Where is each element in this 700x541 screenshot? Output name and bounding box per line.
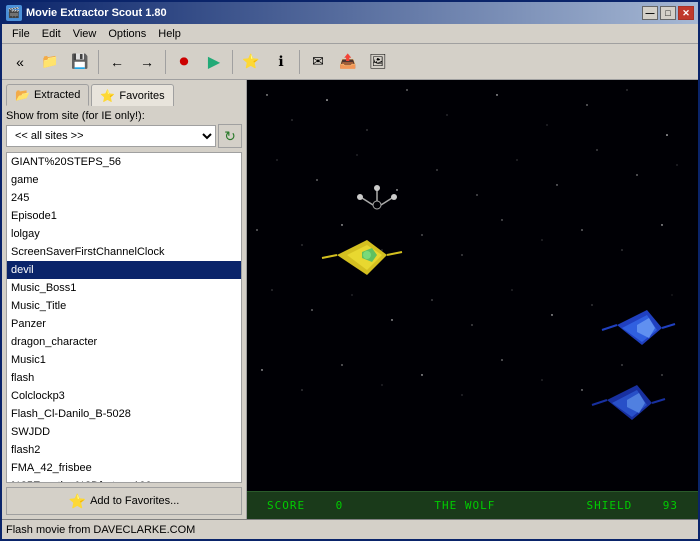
- maximize-button[interactable]: □: [660, 6, 676, 20]
- list-item[interactable]: Flash_Cl-Danilo_B-5028: [7, 405, 241, 423]
- favorites-button[interactable]: ⭐: [237, 48, 265, 76]
- email-button[interactable]: ✉: [304, 48, 332, 76]
- list-item[interactable]: Colclockp3: [7, 387, 241, 405]
- list-item[interactable]: SWJDD: [7, 423, 241, 441]
- add-to-favorites-button[interactable]: ⭐ Add to Favorites...: [6, 487, 242, 515]
- list-item[interactable]: Music1: [7, 351, 241, 369]
- list-item[interactable]: 245: [7, 189, 241, 207]
- toolbar-sep-1: [98, 50, 99, 74]
- favorites-tab-label: Favorites: [119, 90, 164, 102]
- menu-view[interactable]: View: [67, 26, 103, 42]
- add-fav-label: Add to Favorites...: [90, 495, 179, 507]
- info-button[interactable]: ℹ: [267, 48, 295, 76]
- tab-favorites[interactable]: ⭐ Favorites: [91, 84, 173, 106]
- app-icon: 🎬: [6, 5, 22, 21]
- extracted-tab-icon: 📂: [15, 88, 30, 102]
- window-title: Movie Extractor Scout 1.80: [26, 7, 167, 19]
- list-item[interactable]: Music_Boss1: [7, 279, 241, 297]
- open-folder-button[interactable]: 📁: [36, 48, 64, 76]
- hud-bar: SCORE 0 THE WOLF SHIELD 93: [247, 491, 698, 519]
- left-panel: 📂 Extracted ⭐ Favorites Show from site (…: [2, 80, 247, 519]
- list-item-selected[interactable]: devil: [7, 261, 241, 279]
- tabs-row: 📂 Extracted ⭐ Favorites: [6, 84, 242, 106]
- menu-options[interactable]: Options: [102, 26, 152, 42]
- list-item[interactable]: %25Esection%3Dfortune100: [7, 477, 241, 483]
- list-item[interactable]: FMA_42_frisbee: [7, 459, 241, 477]
- screenshot-button[interactable]: 🖼: [364, 48, 392, 76]
- list-item[interactable]: GIANT%20STEPS_56: [7, 153, 241, 171]
- title-buttons: — □ ✕: [642, 6, 694, 20]
- favorites-tab-icon: ⭐: [100, 89, 115, 103]
- list-item[interactable]: ScreenSaverFirstChannelClock: [7, 243, 241, 261]
- list-item[interactable]: Music_Title: [7, 297, 241, 315]
- refresh-button[interactable]: ↻: [218, 124, 242, 148]
- toolbar-sep-4: [299, 50, 300, 74]
- list-item[interactable]: Panzer: [7, 315, 241, 333]
- movie-area: SCORE 0 THE WOLF SHIELD 93: [247, 80, 698, 519]
- status-bar: Flash movie from DAVECLARKE.COM: [2, 519, 698, 539]
- list-item[interactable]: flash: [7, 369, 241, 387]
- menu-bar: File Edit View Options Help: [2, 24, 698, 44]
- title-bar: 🎬 Movie Extractor Scout 1.80 — □ ✕: [2, 2, 698, 24]
- hud-score-value: 0: [336, 499, 344, 512]
- extracted-list[interactable]: GIANT%20STEPS_56 game 245 Episode1 lolga…: [6, 152, 242, 483]
- main-content: 📂 Extracted ⭐ Favorites Show from site (…: [2, 80, 698, 519]
- toolbar-sep-2: [165, 50, 166, 74]
- list-item[interactable]: Episode1: [7, 207, 241, 225]
- back-nav-button[interactable]: «: [6, 48, 34, 76]
- filter-controls: << all sites >> ↻: [6, 124, 242, 148]
- toolbar-sep-3: [232, 50, 233, 74]
- list-item[interactable]: lolgay: [7, 225, 241, 243]
- hud-shield-value: 93: [663, 499, 678, 512]
- list-item[interactable]: game: [7, 171, 241, 189]
- menu-edit[interactable]: Edit: [36, 26, 67, 42]
- filter-label: Show from site (for IE only!):: [6, 110, 242, 122]
- back-button[interactable]: ←: [103, 48, 131, 76]
- menu-help[interactable]: Help: [152, 26, 187, 42]
- tab-extracted[interactable]: 📂 Extracted: [6, 84, 89, 106]
- status-text: Flash movie from DAVECLARKE.COM: [6, 524, 195, 536]
- main-window: 🎬 Movie Extractor Scout 1.80 — □ ✕ File …: [0, 0, 700, 541]
- list-item[interactable]: dragon_character: [7, 333, 241, 351]
- hud-shield-label: SHIELD: [586, 499, 632, 512]
- play-button[interactable]: ▶: [200, 48, 228, 76]
- add-fav-star-icon: ⭐: [69, 493, 86, 510]
- hud-title: THE WOLF: [434, 499, 495, 512]
- forward-button[interactable]: →: [133, 48, 161, 76]
- export-button[interactable]: 📤: [334, 48, 362, 76]
- stop-record-button[interactable]: ⏺: [170, 48, 198, 76]
- site-filter-select[interactable]: << all sites >>: [6, 125, 216, 147]
- close-button[interactable]: ✕: [678, 6, 694, 20]
- hud-score-label: SCORE: [267, 499, 305, 512]
- extracted-tab-label: Extracted: [34, 89, 80, 101]
- movie-preview: SCORE 0 THE WOLF SHIELD 93: [247, 80, 698, 519]
- filter-row: Show from site (for IE only!): << all si…: [6, 110, 242, 148]
- save-button[interactable]: 💾: [66, 48, 94, 76]
- title-bar-left: 🎬 Movie Extractor Scout 1.80: [6, 5, 167, 21]
- stars-background: [247, 80, 698, 519]
- toolbar: « 📁 💾 ← → ⏺ ▶ ⭐ ℹ ✉ 📤 🖼: [2, 44, 698, 80]
- list-item[interactable]: flash2: [7, 441, 241, 459]
- menu-file[interactable]: File: [6, 26, 36, 42]
- hud-score: SCORE 0: [267, 499, 343, 512]
- minimize-button[interactable]: —: [642, 6, 658, 20]
- hud-shield: SHIELD 93: [586, 499, 678, 512]
